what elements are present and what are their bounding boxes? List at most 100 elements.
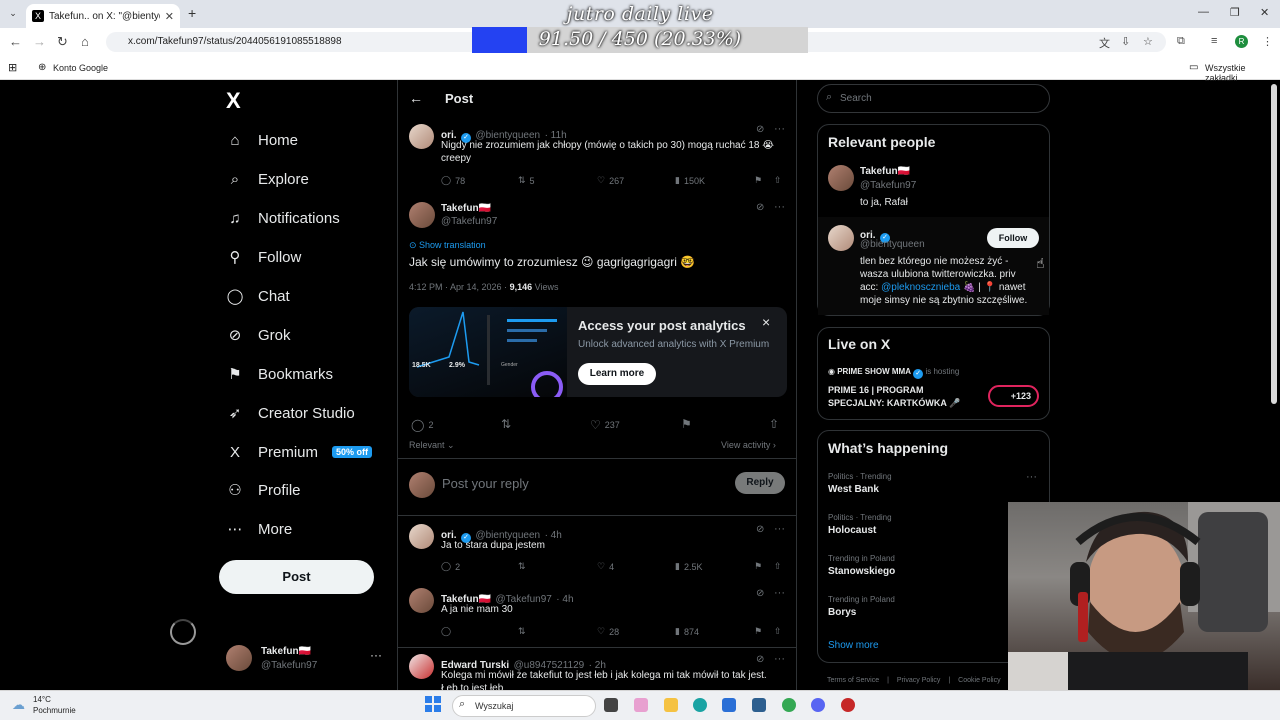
- follow-button[interactable]: Follow: [987, 228, 1039, 248]
- sort-dropdown[interactable]: Relevant ⌄: [409, 440, 455, 451]
- store-icon[interactable]: [752, 698, 766, 712]
- media-icon[interactable]: ≡: [1211, 35, 1217, 47]
- minimize-icon[interactable]: —: [1198, 6, 1209, 18]
- show-translation-link[interactable]: ⊙ Show translation: [409, 240, 486, 251]
- weather-temp[interactable]: 14°C: [33, 695, 51, 704]
- install-app-icon[interactable]: ⇩: [1121, 35, 1130, 48]
- like-action[interactable]: ♡ 4: [597, 561, 614, 572]
- repost-icon[interactable]: ⇅: [518, 626, 526, 637]
- avatar[interactable]: [828, 225, 854, 251]
- task-view-icon[interactable]: [604, 698, 618, 712]
- trend-name[interactable]: West Bank: [828, 484, 879, 495]
- share-icon[interactable]: ⇧: [774, 561, 782, 572]
- grok-icon[interactable]: ⊘: [756, 124, 764, 135]
- grok-icon[interactable]: ⊘: [756, 202, 764, 213]
- post-button[interactable]: Post: [219, 560, 374, 594]
- search-input[interactable]: Search: [817, 84, 1050, 113]
- person-handle[interactable]: @bientyqueen: [860, 239, 925, 250]
- obs-icon[interactable]: [841, 698, 855, 712]
- trend-name[interactable]: Holocaust: [828, 525, 876, 536]
- author-handle[interactable]: @Takefun97: [441, 216, 497, 227]
- avatar[interactable]: [409, 588, 434, 613]
- tweet-more-icon[interactable]: ···: [774, 201, 785, 213]
- like-action[interactable]: ♡ 28: [597, 626, 619, 637]
- trend-more-icon[interactable]: ···: [1026, 471, 1037, 483]
- live-listeners-badge[interactable]: +123: [988, 385, 1039, 407]
- avatar[interactable]: [409, 524, 434, 549]
- reply-action[interactable]: ◯ 78: [441, 175, 465, 186]
- bookmark-icon[interactable]: ⚑: [754, 561, 762, 572]
- back-arrow-icon[interactable]: ←: [409, 90, 423, 106]
- x-logo[interactable]: X: [226, 88, 241, 114]
- translate-icon[interactable]: 文: [1099, 35, 1110, 51]
- grok-icon[interactable]: ⊘: [756, 588, 764, 599]
- repost-icon[interactable]: ⇅: [501, 417, 511, 431]
- share-icon[interactable]: ⇧: [774, 175, 782, 186]
- bookmark-icon[interactable]: ⚑: [754, 626, 762, 637]
- reply-input[interactable]: Post your reply: [442, 476, 529, 491]
- like-action[interactable]: ♡ 267: [597, 175, 624, 186]
- avatar[interactable]: [828, 165, 854, 191]
- copilot-icon[interactable]: [634, 698, 648, 712]
- nav-item-explore[interactable]: ⌕ Explore: [226, 167, 309, 191]
- nav-item-premium[interactable]: X Premium 50% off: [226, 440, 373, 464]
- live-title-line[interactable]: PRIME 16 | PROGRAM: [828, 385, 924, 395]
- tweet-timestamp[interactable]: 4:12 PM · Apr 14, 2026 ·: [409, 282, 507, 292]
- trend-name[interactable]: Stanowskiego: [828, 566, 895, 577]
- bookmark-konto-google[interactable]: Konto Google: [53, 63, 108, 73]
- reply-action[interactable]: ◯ 2: [411, 418, 433, 432]
- bookmark-icon[interactable]: ⚑: [681, 417, 692, 431]
- taskbar-search[interactable]: Wyszukaj: [452, 695, 596, 717]
- browser-tab[interactable]: X Takefun.. on X: "@bientyqueen ✕: [26, 4, 180, 28]
- file-explorer-icon[interactable]: [664, 698, 678, 712]
- page-scrollbar[interactable]: [1271, 84, 1277, 404]
- bookmark-icon[interactable]: ⚑: [754, 175, 762, 186]
- forward-icon[interactable]: →: [33, 34, 46, 49]
- account-switcher[interactable]: Takefun🇵🇱 @Takefun97 ···: [226, 643, 386, 675]
- restore-icon[interactable]: ❐: [1230, 6, 1240, 19]
- back-icon[interactable]: ←: [9, 34, 22, 49]
- edge-icon[interactable]: [693, 698, 707, 712]
- avatar[interactable]: [409, 124, 434, 149]
- nav-item-more[interactable]: ⋯ More: [226, 517, 293, 541]
- reply-action[interactable]: ◯ 2: [441, 561, 460, 572]
- person-name[interactable]: Takefun🇵🇱: [860, 166, 910, 177]
- grok-icon[interactable]: ⊘: [756, 524, 764, 535]
- account-more-icon[interactable]: ···: [370, 648, 382, 662]
- live-title-line[interactable]: SPECJALNY: KARTKÓWKA 🎤: [828, 398, 960, 409]
- cookie-link[interactable]: Cookie Policy: [958, 677, 1000, 684]
- nav-item-bookmarks[interactable]: ⚑ Bookmarks: [226, 362, 333, 386]
- author-name[interactable]: Takefun🇵🇱: [441, 203, 491, 214]
- grok-icon[interactable]: ⊘: [756, 654, 764, 665]
- apps-icon[interactable]: ⊞: [8, 61, 17, 74]
- mention-link[interactable]: @pleknoscznieba: [881, 282, 960, 293]
- share-icon[interactable]: ⇧: [769, 417, 779, 431]
- chrome-icon[interactable]: [782, 698, 796, 712]
- person-handle[interactable]: @Takefun97: [860, 180, 916, 191]
- nav-item-notifications[interactable]: ♫ Notifications: [226, 206, 339, 230]
- close-icon[interactable]: ×: [762, 314, 770, 330]
- share-icon[interactable]: ⇧: [774, 626, 782, 637]
- views-action[interactable]: ▮ 150K: [675, 175, 705, 186]
- terms-link[interactable]: Terms of Service: [827, 677, 879, 684]
- profile-avatar[interactable]: R: [1235, 35, 1248, 48]
- tweet-more-icon[interactable]: ···: [774, 653, 785, 665]
- nav-item-grok[interactable]: ⊘ Grok: [226, 323, 291, 347]
- nav-item-follow[interactable]: ⚲ Follow: [226, 245, 302, 269]
- like-action[interactable]: ♡ 237: [590, 418, 620, 432]
- repost-action[interactable]: ⇅ 5: [518, 175, 535, 186]
- learn-more-button[interactable]: Learn more: [578, 363, 656, 385]
- home-icon[interactable]: ⌂: [81, 34, 89, 49]
- close-window-icon[interactable]: ✕: [1260, 6, 1269, 19]
- avatar[interactable]: [409, 202, 435, 228]
- outlook-icon[interactable]: [722, 698, 736, 712]
- show-more-link[interactable]: Show more: [828, 640, 879, 651]
- reply-icon[interactable]: ◯: [441, 626, 451, 637]
- bookmark-star-icon[interactable]: ☆: [1143, 35, 1153, 48]
- tweet-more-icon[interactable]: ···: [774, 123, 785, 135]
- browser-menu-icon[interactable]: ⋮: [1262, 35, 1273, 48]
- avatar[interactable]: [409, 654, 434, 679]
- nav-item-creator-studio[interactable]: ➶ Creator Studio: [226, 401, 355, 425]
- close-tab-icon[interactable]: ✕: [165, 10, 180, 23]
- nav-item-home[interactable]: ⌂ Home: [226, 128, 298, 152]
